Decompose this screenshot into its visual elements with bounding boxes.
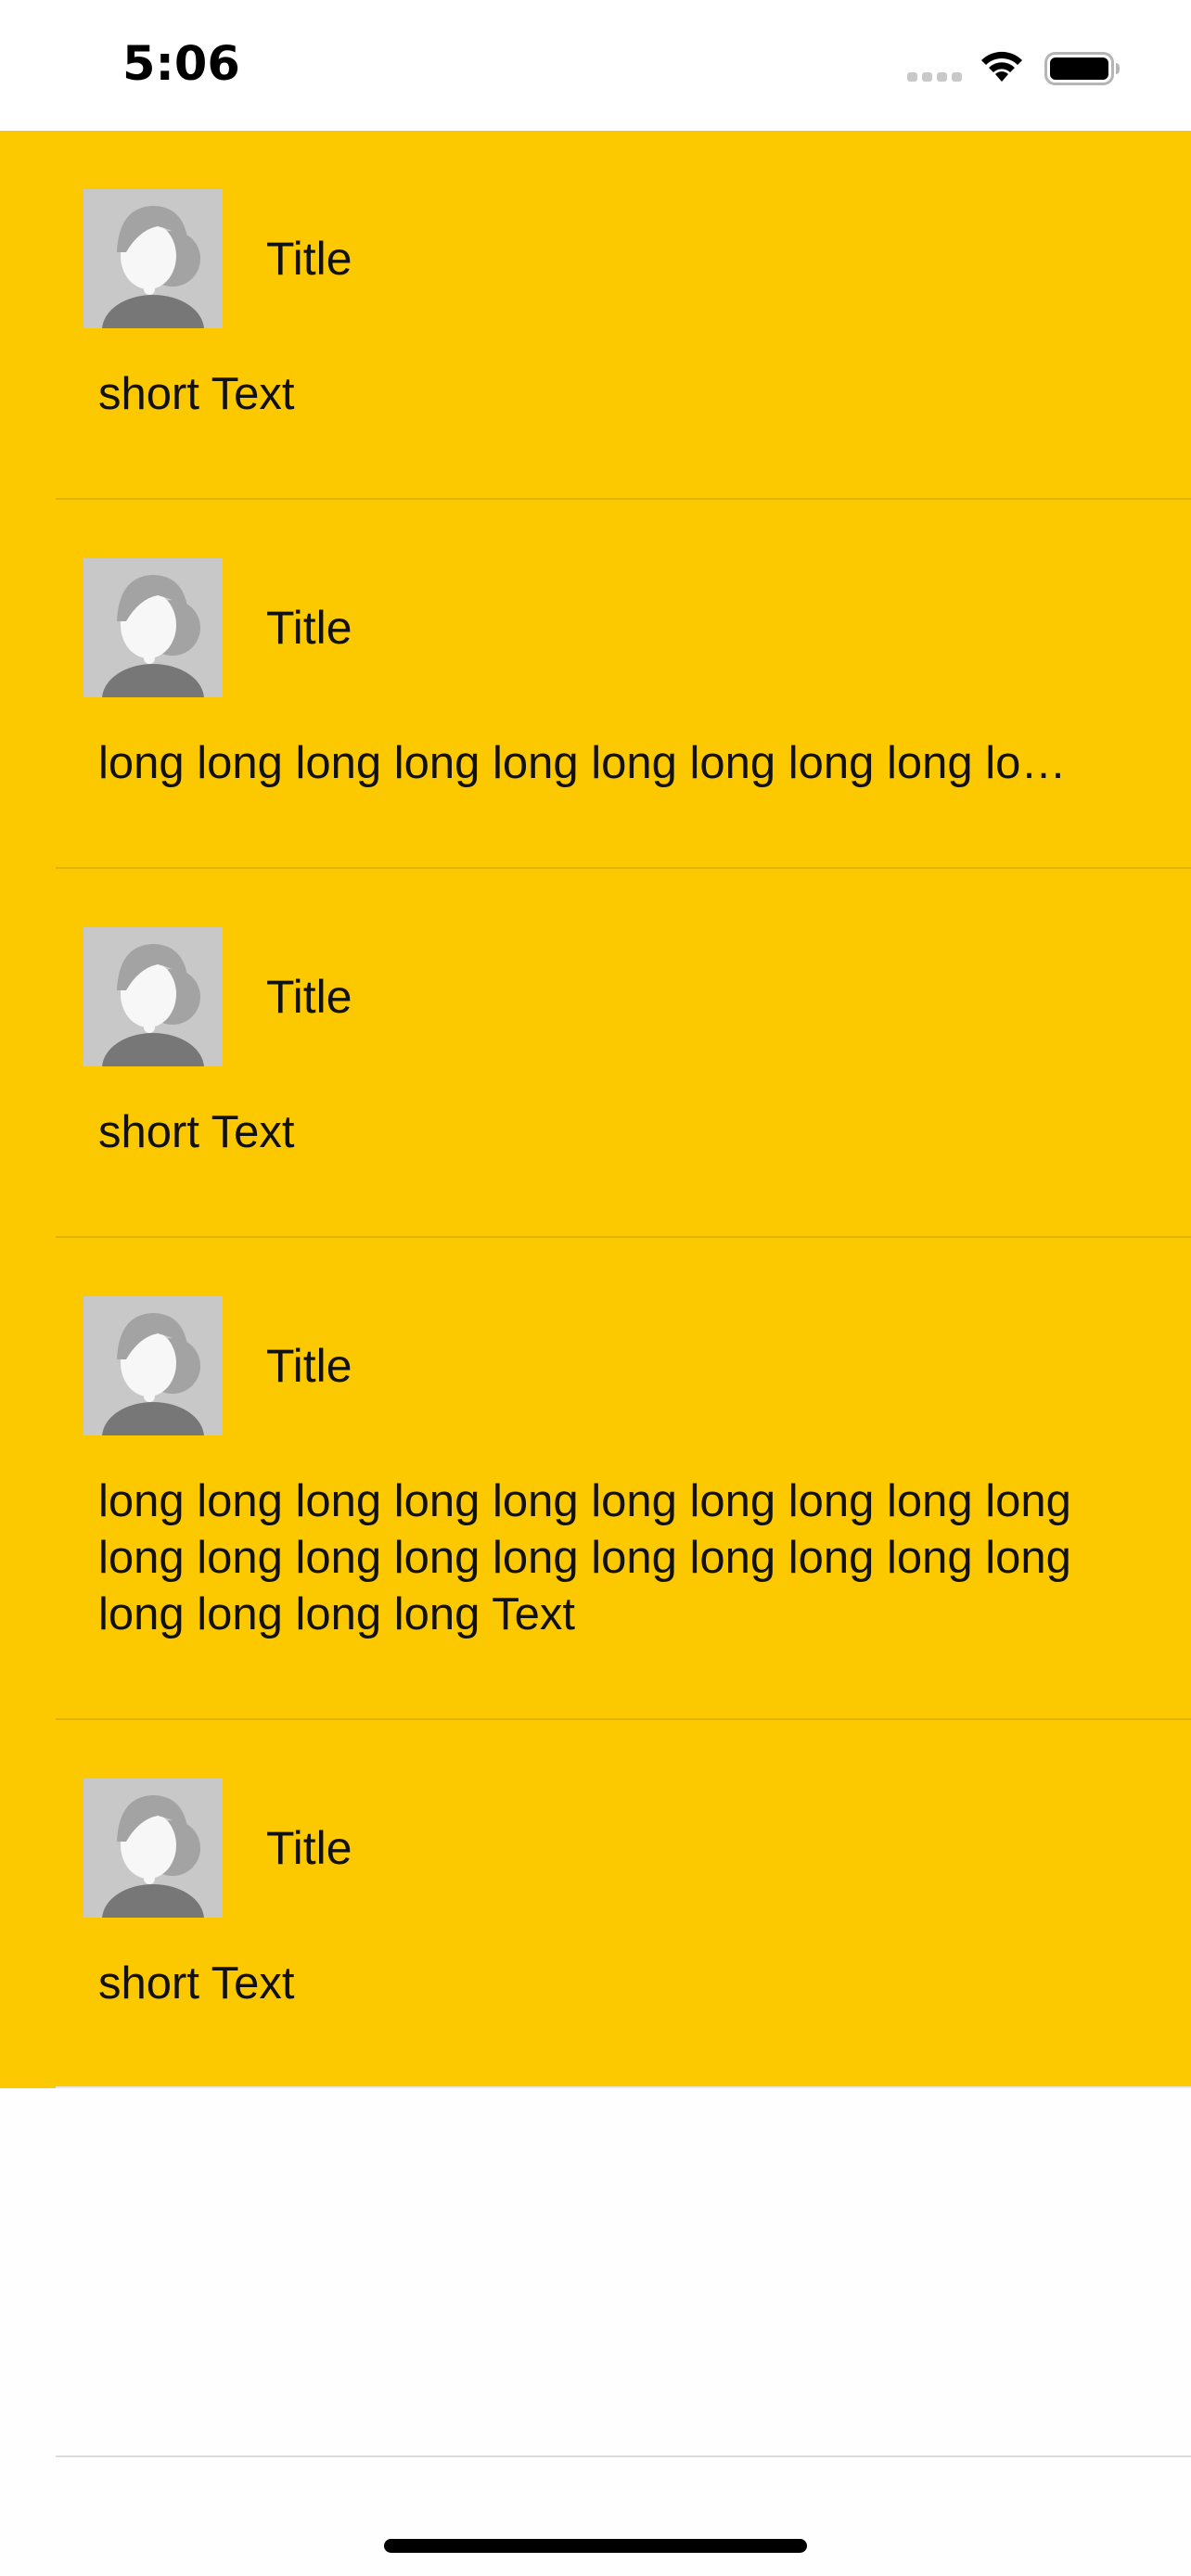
row-separator <box>56 2086 1191 2088</box>
cell-text: short Text <box>98 369 295 419</box>
home-indicator[interactable] <box>384 2539 807 2553</box>
cell-title: Title <box>266 1822 352 1874</box>
person-placeholder-icon <box>83 558 223 697</box>
cell-title: Title <box>266 1340 352 1392</box>
person-placeholder-icon <box>83 1779 223 1918</box>
cell-title: Title <box>266 971 352 1023</box>
empty-row-separator <box>56 2455 1191 2457</box>
cell-text: long long long long long long long long … <box>98 738 1082 788</box>
cellular-signal-icon <box>907 72 962 82</box>
list-item[interactable]: Title short Text <box>0 131 1191 500</box>
cell-text: long long long long long long long long … <box>98 1476 1071 1639</box>
list-item[interactable]: Title short Text <box>0 1720 1191 2088</box>
status-bar: 5:06 <box>0 0 1191 131</box>
battery-icon <box>1044 52 1120 85</box>
cell-text: short Text <box>98 1958 295 2009</box>
person-placeholder-icon <box>83 927 223 1066</box>
person-placeholder-icon <box>83 189 223 328</box>
app-screen: 5:06 Title short Text Title long long lo… <box>0 0 1191 2576</box>
person-placeholder-icon <box>83 1296 223 1435</box>
cell-list[interactable]: Title short Text Title long long long lo… <box>0 131 1191 2088</box>
cell-text: short Text <box>98 1107 295 1157</box>
cell-title: Title <box>266 233 352 285</box>
list-item[interactable]: Title long long long long long long long… <box>0 500 1191 869</box>
list-item[interactable]: Title short Text <box>0 869 1191 1238</box>
cell-title: Title <box>266 602 352 654</box>
wifi-icon <box>981 51 1022 82</box>
status-time: 5:06 <box>122 37 240 92</box>
list-item[interactable]: Title long long long long long long long… <box>0 1238 1191 1720</box>
